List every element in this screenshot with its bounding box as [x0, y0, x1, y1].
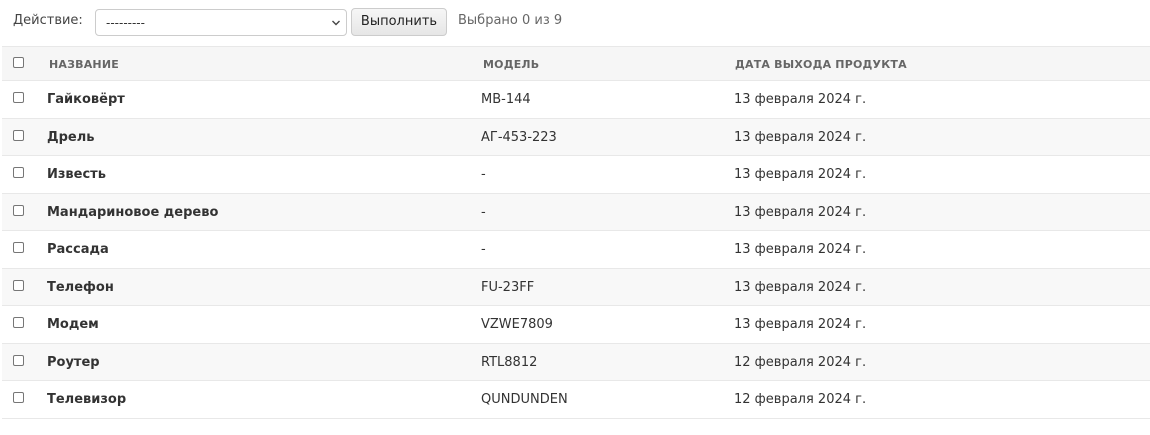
actions-bar: Действие: --------- Выполнить Выбрано 0 …: [0, 0, 1150, 44]
row-model: АГ-453-223: [481, 129, 557, 145]
row-date: 12 февраля 2024 г.: [734, 354, 867, 370]
table-row: Гайковёрт MB-144 13 февраля 2024 г.: [2, 81, 1150, 119]
table-row: Мандариновое дерево - 13 февраля 2024 г.: [2, 193, 1150, 231]
table-row: Модем VZWE7809 13 февраля 2024 г.: [2, 306, 1150, 344]
row-checkbox[interactable]: [13, 317, 24, 328]
action-select-value: ---------: [106, 16, 145, 30]
row-name-link[interactable]: Телевизор: [47, 392, 126, 408]
table-row: Телевизор QUNDUNDEN 12 февраля 2024 г.: [2, 381, 1150, 419]
row-model: FU-23FF: [481, 279, 535, 295]
row-model: VZWE7809: [481, 317, 553, 332]
run-action-button[interactable]: Выполнить: [351, 8, 447, 36]
table-header: НАЗВАНИЕ МОДЕЛЬ ДАТА ВЫХОДА ПРОДУКТА: [2, 46, 1150, 81]
table-row: Дрель АГ-453-223 13 февраля 2024 г.: [2, 118, 1150, 156]
chevron-down-icon: [332, 20, 340, 26]
row-checkbox[interactable]: [13, 204, 24, 216]
row-checkbox[interactable]: [13, 92, 24, 103]
column-header-date[interactable]: ДАТА ВЫХОДА ПРОДУКТА: [735, 58, 907, 71]
row-date: 13 февраля 2024 г.: [734, 279, 867, 295]
table-row: Известь - 13 февраля 2024 г.: [2, 156, 1150, 194]
row-model: -: [481, 204, 486, 220]
row-model: MB-144: [481, 92, 531, 107]
table-row: Роутер RTL8812 12 февраля 2024 г.: [2, 343, 1150, 381]
row-date: 13 февраля 2024 г.: [734, 129, 867, 145]
selected-counter: Выбрано 0 из 9: [458, 13, 563, 28]
column-header-name[interactable]: НАЗВАНИЕ: [49, 58, 119, 71]
row-name-link[interactable]: Телефон: [47, 280, 114, 296]
row-checkbox[interactable]: [13, 279, 24, 291]
row-date: 13 февраля 2024 г.: [734, 92, 867, 107]
row-model: -: [481, 167, 486, 182]
row-date: 13 февраля 2024 г.: [734, 167, 867, 182]
row-name-link[interactable]: Рассада: [47, 242, 109, 258]
row-checkbox[interactable]: [13, 354, 24, 366]
row-date: 13 февраля 2024 г.: [734, 317, 867, 332]
row-checkbox[interactable]: [13, 167, 24, 178]
table-row: Телефон FU-23FF 13 февраля 2024 г.: [2, 268, 1150, 306]
row-date: 13 февраля 2024 г.: [734, 242, 867, 257]
row-model: -: [481, 242, 486, 257]
row-name-link[interactable]: Гайковёрт: [47, 92, 125, 108]
row-checkbox[interactable]: [13, 392, 24, 403]
row-name-link[interactable]: Роутер: [47, 355, 100, 371]
row-date: 13 февраля 2024 г.: [734, 204, 867, 220]
row-model: QUNDUNDEN: [481, 392, 568, 407]
results-table: НАЗВАНИЕ МОДЕЛЬ ДАТА ВЫХОДА ПРОДУКТА Гай…: [2, 46, 1150, 419]
row-checkbox[interactable]: [13, 129, 24, 141]
row-name-link[interactable]: Мандариновое дерево: [47, 205, 218, 221]
row-checkbox[interactable]: [13, 242, 24, 253]
table-row: Рассада - 13 февраля 2024 г.: [2, 231, 1150, 269]
row-model: RTL8812: [481, 354, 538, 370]
select-all-checkbox[interactable]: [13, 57, 24, 68]
row-name-link[interactable]: Модем: [47, 317, 99, 333]
action-select[interactable]: ---------: [95, 9, 347, 36]
column-header-model[interactable]: МОДЕЛЬ: [483, 58, 539, 71]
row-name-link[interactable]: Дрель: [47, 130, 94, 146]
row-name-link[interactable]: Известь: [47, 167, 106, 183]
action-label: Действие:: [13, 13, 83, 28]
row-date: 12 февраля 2024 г.: [734, 392, 867, 407]
